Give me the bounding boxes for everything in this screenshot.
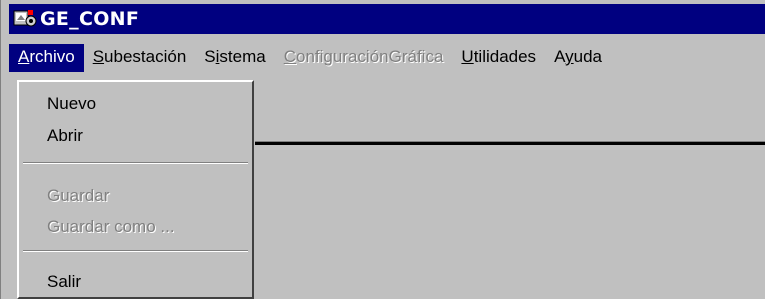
app-window: GE_CONF Archivo Subestación Sistema Conf… [0, 0, 765, 299]
menu-utilidades[interactable]: Utilidades [452, 44, 545, 72]
menu-item-guardar-como: Guardar como ... [47, 217, 175, 236]
menu-item-nuevo[interactable]: Nuevo [47, 94, 96, 114]
title-bar[interactable]: GE_CONF [9, 4, 765, 34]
menu-sistema[interactable]: Sistema [195, 44, 274, 72]
menu-configuracion-grafica: ConfiguraciónGráfica [283, 47, 444, 66]
menu-item-guardar: Guardar [47, 186, 110, 205]
app-icon[interactable] [13, 8, 37, 30]
menu-separator [23, 162, 248, 164]
archivo-dropdown-menu: Nuevo Abrir Guardar Guardar como ... Sal… [17, 80, 254, 299]
menu-bar: Archivo Subestación Sistema Configuració… [9, 42, 765, 74]
menu-item-abrir[interactable]: Abrir [47, 126, 83, 146]
menu-subestacion[interactable]: Subestación [84, 44, 196, 72]
menu-item-salir[interactable]: Salir [47, 272, 81, 292]
menu-ayuda[interactable]: Ayuda [545, 44, 611, 72]
menu-separator [23, 250, 248, 252]
menu-archivo[interactable]: Archivo [9, 44, 84, 72]
window-title: GE_CONF [40, 8, 140, 30]
client-area [255, 145, 765, 299]
toolbar-area [255, 80, 765, 141]
